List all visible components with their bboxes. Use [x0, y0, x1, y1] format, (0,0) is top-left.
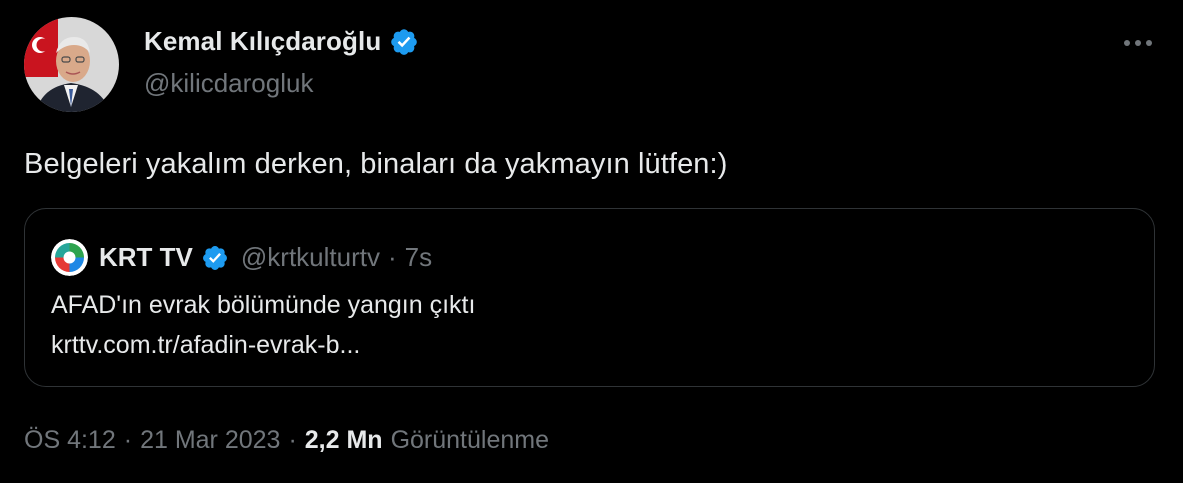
quoted-handle[interactable]: @krtkulturtv: [241, 242, 380, 273]
metadata-separator: ·: [123, 426, 133, 454]
tweet-date[interactable]: 21 Mar 2023: [140, 426, 280, 455]
quoted-timestamp[interactable]: 7s: [405, 242, 432, 273]
verified-badge-icon[interactable]: [201, 244, 229, 272]
views-count: 2,2 Mn: [304, 426, 383, 454]
author-name-row: Kemal Kılıçdaroğlu: [144, 26, 419, 57]
author-display-name[interactable]: Kemal Kılıçdaroğlu: [144, 26, 381, 57]
quoted-display-name[interactable]: KRT TV: [99, 242, 193, 273]
tweet-time[interactable]: ÖS 4:12: [24, 426, 116, 455]
author-avatar[interactable]: [24, 17, 119, 112]
quoted-separator: ·: [387, 242, 397, 272]
quoted-link[interactable]: krttv.com.tr/afadin-evrak-b...: [51, 331, 360, 360]
quoted-text: AFAD'ın evrak bölümünde yangın çıktı: [51, 291, 476, 319]
more-options-button[interactable]: [1117, 28, 1159, 58]
quoted-author-avatar[interactable]: [51, 239, 88, 276]
more-horizontal-icon: [1124, 40, 1152, 46]
verified-badge-icon[interactable]: [389, 27, 419, 57]
tweet: Kemal Kılıçdaroğlu @kilicdarogluk Belgel…: [0, 0, 1183, 483]
krt-logo-icon: [51, 239, 88, 276]
tweet-text: Belgeleri yakalım derken, binaları da ya…: [24, 148, 728, 180]
tweet-metadata: ÖS 4:12 · 21 Mar 2023 · 2,2 Mn Görüntüle…: [24, 426, 549, 455]
views-label: Görüntülenme: [390, 426, 549, 454]
author-handle[interactable]: @kilicdarogluk: [144, 68, 313, 99]
avatar-image: [24, 17, 119, 112]
quoted-header: KRT TV @krtkulturtv · 7s: [99, 239, 432, 276]
quoted-tweet-card[interactable]: KRT TV @krtkulturtv · 7s AFAD'ın evrak b…: [24, 208, 1155, 387]
metadata-separator: ·: [288, 426, 297, 454]
